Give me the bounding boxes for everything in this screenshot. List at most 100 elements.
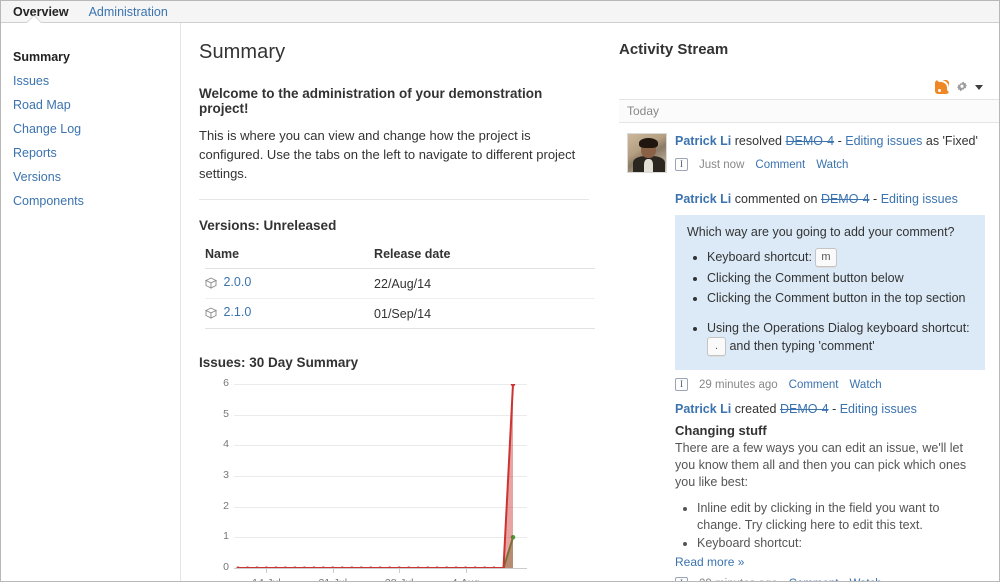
comment-action-link[interactable]: Comment [755, 159, 805, 171]
comment-action-link[interactable]: Comment [789, 379, 839, 391]
tab-administration[interactable]: Administration [89, 1, 168, 23]
activity-entry-body: Patrick Li created DEMO-4 - Editing issu… [675, 401, 985, 581]
comment-action-link[interactable]: Comment [789, 578, 839, 581]
panes: Summary Welcome to the administration of… [181, 23, 999, 581]
keycap-m: m [815, 248, 837, 268]
dash-separator: - [873, 192, 878, 206]
comment-bullet-list: Keyboard shortcut: m Clicking the Commen… [687, 248, 973, 357]
activity-stream-title: Activity Stream [619, 41, 729, 58]
gear-icon[interactable] [956, 81, 968, 93]
sidebar-item-components[interactable]: Components [13, 189, 180, 213]
version-link[interactable]: 2.1.0 [223, 305, 251, 319]
table-row: 2.1.0 01/Sep/14 [204, 298, 595, 329]
issue-title-link[interactable]: Editing issues [845, 134, 922, 148]
watch-action-link[interactable]: Watch [850, 578, 882, 581]
chart-y-tick-label: 5 [223, 407, 229, 420]
chart-x-tick-label: 21-Jul [319, 577, 348, 581]
chart-x-tick-mark [465, 569, 467, 573]
activity-entry-body: Patrick Li commented on DEMO-4 - Editing… [675, 191, 985, 392]
activity-timestamp: 29 minutes ago [699, 378, 778, 391]
chart-x-tick-mark [266, 569, 268, 573]
chart-area-resolved [238, 537, 513, 568]
version-link[interactable]: 2.0.0 [223, 275, 251, 289]
chart-data-point [510, 384, 516, 387]
keycap-period: . [707, 337, 726, 357]
column-header-name: Name [205, 247, 295, 269]
issue-title-link[interactable]: Editing issues [840, 402, 917, 416]
chart-line-resolved [238, 537, 514, 569]
divider [199, 199, 589, 200]
activity-meta-line: I Just now Comment Watch [675, 158, 985, 171]
activity-meta-line: I 29 minutes ago Comment Watch [675, 378, 985, 392]
issue-summary-heading: Changing stuff [675, 423, 767, 439]
version-name-cell: 2.0.0 [204, 268, 295, 299]
issues-chart-heading: Issues: 30 Day Summary [199, 355, 359, 370]
list-item: Inline edit by clicking in the field you… [697, 500, 985, 534]
cube-icon [204, 277, 218, 292]
dash-separator: - [832, 402, 837, 417]
top-tab-bar: Overview Administration [1, 1, 999, 23]
chart-x-tick-label: 28-Jul [385, 577, 414, 581]
issue-type-icon: I [675, 378, 688, 392]
issue-key-link[interactable]: DEMO-4 [780, 402, 829, 416]
issue-key-link[interactable]: DEMO-4 [821, 192, 870, 206]
issue-key-link[interactable]: DEMO-4 [786, 134, 835, 148]
activity-timestamp: 29 minutes ago [699, 578, 778, 581]
rss-icon[interactable] [935, 80, 949, 94]
sidebar-item-change-log[interactable]: Change Log [13, 117, 180, 141]
activity-entry: Patrick Li commented on DEMO-4 - Editing… [619, 181, 999, 399]
sidebar-item-summary[interactable]: Summary [13, 45, 180, 69]
sidebar-item-reports[interactable]: Reports [13, 141, 180, 165]
chart-x-axis [234, 568, 527, 569]
dash-separator: - [837, 134, 842, 148]
activity-entry: Patrick Li resolved DEMO-4 - Editing iss… [619, 123, 999, 181]
user-link[interactable]: Patrick Li [675, 402, 731, 416]
activity-verb: resolved [734, 134, 783, 148]
version-date-cell: 22/Aug/14 [294, 268, 595, 299]
version-date-cell: 01/Sep/14 [294, 298, 595, 329]
chart-x-tick-label: 14-Jul [252, 577, 281, 581]
sidebar-item-issues[interactable]: Issues [13, 69, 180, 93]
activity-date-group: Today [619, 99, 999, 123]
chart-y-tick-label: 3 [223, 469, 229, 481]
chart-line-created [238, 384, 514, 569]
chart-y-tick-label: 1 [223, 530, 229, 543]
bullet-text: Using the Operations Dialog keyboard sho… [707, 321, 970, 336]
avatar [627, 133, 667, 173]
watch-action-link[interactable]: Watch [850, 379, 882, 391]
bullet-text-after: and then typing 'comment' [729, 339, 875, 354]
activity-verb: commented on [734, 192, 818, 206]
chart-y-tick-label: 2 [223, 499, 229, 512]
issues-30-day-chart: 0 1 2 3 4 5 6 14-Jul 21-Jul 28-Jul 4-Aug [207, 377, 527, 581]
watch-action-link[interactable]: Watch [816, 159, 848, 171]
chart-y-tick-label: 4 [223, 438, 229, 451]
issue-title-link[interactable]: Editing issues [881, 192, 958, 206]
user-link[interactable]: Patrick Li [675, 192, 731, 206]
main-column: Summary Welcome to the administration of… [181, 23, 609, 581]
activity-action-line: Patrick Li commented on DEMO-4 - Editing… [675, 191, 985, 208]
bullet-text: Keyboard shortcut: [707, 250, 812, 264]
sidebar-item-versions[interactable]: Versions [13, 165, 180, 189]
user-link[interactable]: Patrick Li [675, 134, 731, 148]
column-header-release-date: Release date [294, 247, 595, 269]
comment-body: Which way are you going to add your comm… [675, 215, 985, 371]
chart-x-tick-mark [332, 569, 334, 573]
chart-plot [236, 384, 516, 569]
comment-intro: Which way are you going to add your comm… [687, 225, 955, 239]
chevron-down-icon[interactable] [975, 84, 983, 90]
page-title: Summary [199, 41, 286, 63]
read-more-link[interactable]: Read more » [675, 555, 744, 569]
activity-verb: created [734, 402, 777, 417]
cube-icon [204, 307, 218, 322]
activity-action-line: Patrick Li resolved DEMO-4 - Editing iss… [675, 133, 985, 150]
activity-entry: Patrick Li created DEMO-4 - Editing issu… [619, 399, 999, 581]
list-item: Clicking the Comment button in the top s… [707, 289, 973, 307]
chart-area-created [238, 384, 513, 568]
avatar-shirt [644, 159, 653, 172]
chart-y-tick-label: 0 [223, 561, 229, 573]
activity-entry-body: Patrick Li resolved DEMO-4 - Editing iss… [675, 133, 985, 173]
version-name-cell: 2.1.0 [204, 298, 295, 329]
sidebar-item-road-map[interactable]: Road Map [13, 93, 180, 117]
list-item: Using the Operations Dialog keyboard sho… [707, 319, 973, 357]
issue-type-icon: I [675, 577, 688, 581]
